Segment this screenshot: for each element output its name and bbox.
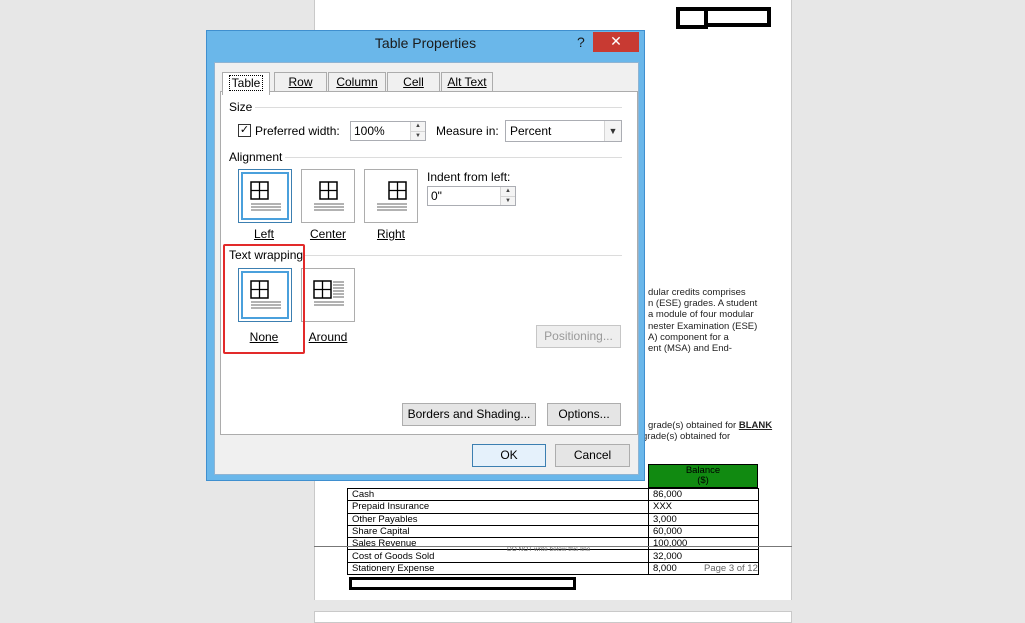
measure-in-value: Percent bbox=[510, 124, 552, 138]
balance-column-header: Balance ($) bbox=[648, 464, 758, 488]
body-line: dular credits comprises bbox=[648, 287, 746, 298]
balance-cell: 3,000 bbox=[648, 512, 759, 526]
width-spinner[interactable]: ▲ ▼ bbox=[410, 122, 425, 140]
align-left-caption: Left bbox=[253, 227, 274, 241]
separator bbox=[255, 107, 622, 108]
align-left-option[interactable] bbox=[238, 169, 292, 223]
close-button[interactable]: ✕ bbox=[593, 32, 639, 52]
account-cell: Share Capital bbox=[347, 524, 649, 539]
align-right-caption: Right bbox=[376, 227, 405, 241]
wrapping-around-option[interactable] bbox=[301, 268, 355, 322]
tab-alt-text[interactable]: Alt Text bbox=[441, 72, 493, 92]
balance-cell: XXX bbox=[648, 500, 759, 514]
size-group-label: Size bbox=[229, 100, 253, 114]
spin-down-icon[interactable]: ▼ bbox=[411, 131, 425, 140]
body-line: A) component for a bbox=[648, 332, 729, 343]
account-cell: Cost of Goods Sold bbox=[347, 549, 649, 563]
blank-word: BLANK bbox=[738, 420, 773, 431]
body-line: a module of four modular bbox=[648, 309, 754, 320]
balance-cell: 86,000 bbox=[648, 487, 759, 502]
tab-table[interactable]: Table bbox=[222, 72, 270, 95]
body-line: n (ESE) grades. A student bbox=[648, 298, 758, 309]
borders-and-shading-button[interactable]: Borders and Shading... bbox=[402, 403, 536, 426]
measure-in-label: Measure in: bbox=[436, 124, 499, 138]
tab-cell[interactable]: Cell bbox=[387, 72, 440, 92]
align-center-caption: Center bbox=[309, 227, 347, 241]
cancel-button[interactable]: Cancel bbox=[555, 444, 630, 467]
measure-in-select[interactable]: Percent ▼ bbox=[505, 120, 622, 142]
body-line-prefix: grade(s) obtained for bbox=[648, 420, 739, 431]
options-button[interactable]: Options... bbox=[547, 403, 621, 426]
alignment-group-label: Alignment bbox=[229, 150, 283, 164]
preferred-width-value: 100% bbox=[354, 124, 385, 138]
align-center-icon bbox=[314, 181, 344, 211]
balance-cell: 60,000 bbox=[648, 524, 759, 539]
next-document-page bbox=[314, 611, 792, 623]
indent-from-left-input[interactable]: 0" ▲ ▼ bbox=[427, 186, 516, 206]
preferred-width-input[interactable]: 100% ▲ ▼ bbox=[350, 121, 426, 141]
table-row: Prepaid Insurance XXX bbox=[347, 500, 759, 514]
spin-up-icon[interactable]: ▲ bbox=[501, 187, 515, 196]
tab-label: Cell bbox=[403, 75, 424, 89]
body-line: grade(s) obtained for BLANK bbox=[648, 420, 772, 431]
spin-down-icon[interactable]: ▼ bbox=[501, 196, 515, 205]
body-line: ent (MSA) and End- bbox=[648, 343, 732, 354]
table-row: Share Capital 60,000 bbox=[347, 524, 759, 539]
tab-column[interactable]: Column bbox=[328, 72, 386, 92]
positioning-button[interactable]: Positioning... bbox=[536, 325, 621, 348]
table-row: Other Payables 3,000 bbox=[347, 512, 759, 526]
align-left-icon bbox=[250, 181, 281, 211]
wrap-around-icon bbox=[313, 280, 344, 306]
account-cell: Stationery Expense bbox=[347, 561, 649, 576]
body-line: grade(s) obtained for bbox=[642, 431, 731, 442]
redaction-box bbox=[349, 577, 576, 590]
wrapping-around-caption: Around bbox=[308, 330, 348, 344]
balance-header-text: Balance ($) bbox=[685, 465, 721, 486]
tab-row[interactable]: Row bbox=[274, 72, 327, 92]
indent-value: 0" bbox=[431, 189, 442, 203]
ledger-table: Cash 86,000 Prepaid Insurance XXX Other Paya… bbox=[347, 487, 759, 576]
separator bbox=[285, 157, 622, 158]
do-not-write-note: DO NOT write below this line bbox=[507, 546, 591, 553]
page-number: Page 3 of 12 bbox=[704, 563, 758, 574]
table-row: Stationery Expense 8,000 bbox=[347, 561, 759, 576]
account-cell: Prepaid Insurance bbox=[347, 500, 649, 514]
align-right-icon bbox=[377, 181, 407, 211]
annotation-highlight-box bbox=[223, 244, 305, 354]
separator bbox=[305, 255, 622, 256]
chevron-down-icon[interactable]: ▼ bbox=[604, 121, 621, 141]
account-cell: Sales Revenue bbox=[347, 537, 649, 551]
balance-cell: 100,000 bbox=[648, 537, 759, 551]
preferred-width-checkbox[interactable]: ✓ bbox=[238, 124, 251, 137]
tab-label: Alt Text bbox=[447, 75, 487, 89]
balance-cell: 32,000 bbox=[648, 549, 759, 563]
help-icon[interactable]: ? bbox=[577, 34, 585, 50]
spin-up-icon[interactable]: ▲ bbox=[411, 122, 425, 131]
indent-from-left-label: Indent from left: bbox=[427, 170, 511, 184]
redaction-box bbox=[704, 7, 771, 27]
ok-button[interactable]: OK bbox=[472, 444, 546, 467]
align-right-option[interactable] bbox=[364, 169, 418, 223]
preferred-width-label: Preferred width: bbox=[255, 124, 340, 138]
tab-label: Row bbox=[288, 75, 313, 89]
indent-spinner[interactable]: ▲ ▼ bbox=[500, 187, 515, 205]
table-row: Cash 86,000 bbox=[347, 487, 759, 502]
account-cell: Cash bbox=[347, 487, 649, 502]
align-center-option[interactable] bbox=[301, 169, 355, 223]
account-cell: Other Payables bbox=[347, 512, 649, 526]
body-line: nester Examination (ESE) bbox=[648, 321, 758, 332]
tab-label: Table bbox=[228, 75, 264, 91]
tab-label: Column bbox=[336, 75, 378, 89]
